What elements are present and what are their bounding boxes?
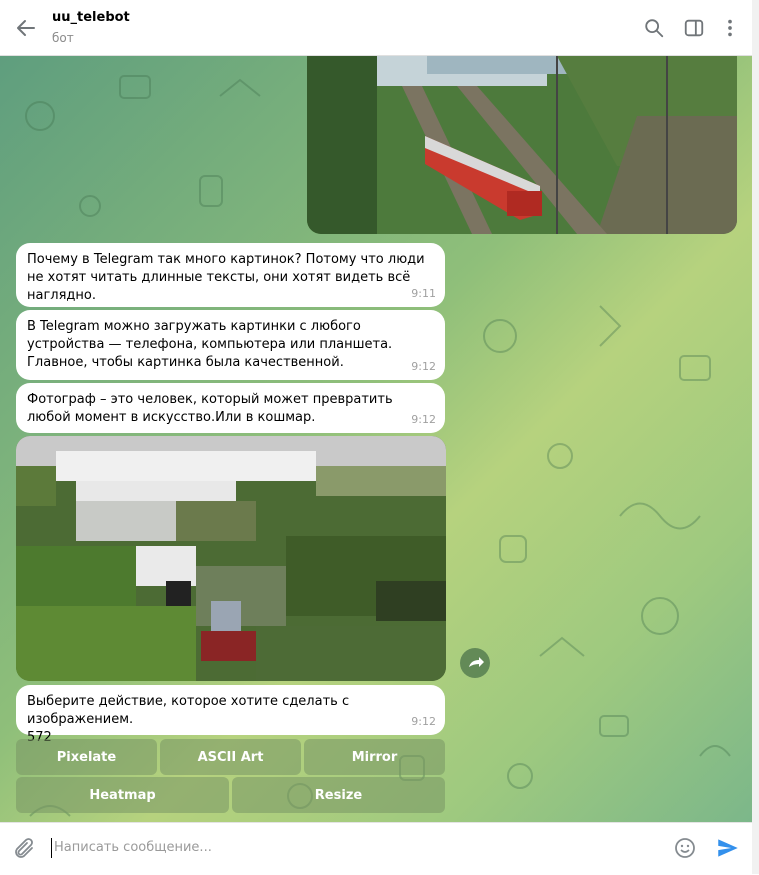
message-bubble[interactable]: Выберите действие, которое хотите сделат…	[16, 685, 445, 745]
resize-button[interactable]: Resize	[232, 777, 445, 813]
chat-area[interactable]: Почему в Telegram так много картинок? По…	[0, 56, 752, 822]
search-icon[interactable]	[643, 17, 665, 39]
message-input[interactable]: Написать сообщение...	[54, 840, 212, 855]
chat-header: uu_telebot бот	[0, 0, 752, 56]
send-icon[interactable]	[715, 835, 741, 861]
message-time: 9:12	[411, 413, 436, 426]
more-vertical-icon[interactable]	[719, 17, 741, 39]
message-time: 9:11	[411, 287, 436, 300]
pixelate-button[interactable]: Pixelate	[16, 739, 157, 775]
message-text: Выберите действие, которое хотите сделат…	[27, 694, 350, 727]
message-bubble[interactable]: Фотограф – это человек, который может пр…	[16, 383, 445, 433]
ascii-art-button[interactable]: ASCII Art	[160, 739, 301, 775]
heatmap-button[interactable]: Heatmap	[16, 777, 229, 813]
message-time: 9:12	[411, 715, 436, 728]
message-time: 9:12	[411, 360, 436, 373]
chat-subtitle: бот	[52, 31, 74, 45]
message-bubble[interactable]: В Telegram можно загружать картинки с лю…	[16, 310, 445, 380]
message-text: Почему в Telegram так много картинок? По…	[27, 252, 425, 303]
scrollbar[interactable]	[752, 0, 759, 874]
attach-icon[interactable]	[12, 837, 36, 861]
forward-icon[interactable]	[460, 648, 490, 678]
back-arrow-icon[interactable]	[14, 16, 38, 40]
pixelated-photo[interactable]	[16, 436, 446, 681]
message-text: В Telegram можно загружать картинки с лю…	[27, 319, 393, 370]
text-cursor	[51, 838, 52, 858]
chat-title[interactable]: uu_telebot	[52, 10, 130, 25]
train-photo[interactable]	[307, 56, 737, 234]
mirror-button[interactable]: Mirror	[304, 739, 445, 775]
message-text: Фотограф – это человек, который может пр…	[27, 392, 393, 425]
message-input-bar: Написать сообщение...	[0, 822, 752, 875]
emoji-icon[interactable]	[673, 836, 697, 860]
message-bubble[interactable]: Почему в Telegram так много картинок? По…	[16, 243, 445, 307]
sidebar-toggle-icon[interactable]	[683, 17, 705, 39]
